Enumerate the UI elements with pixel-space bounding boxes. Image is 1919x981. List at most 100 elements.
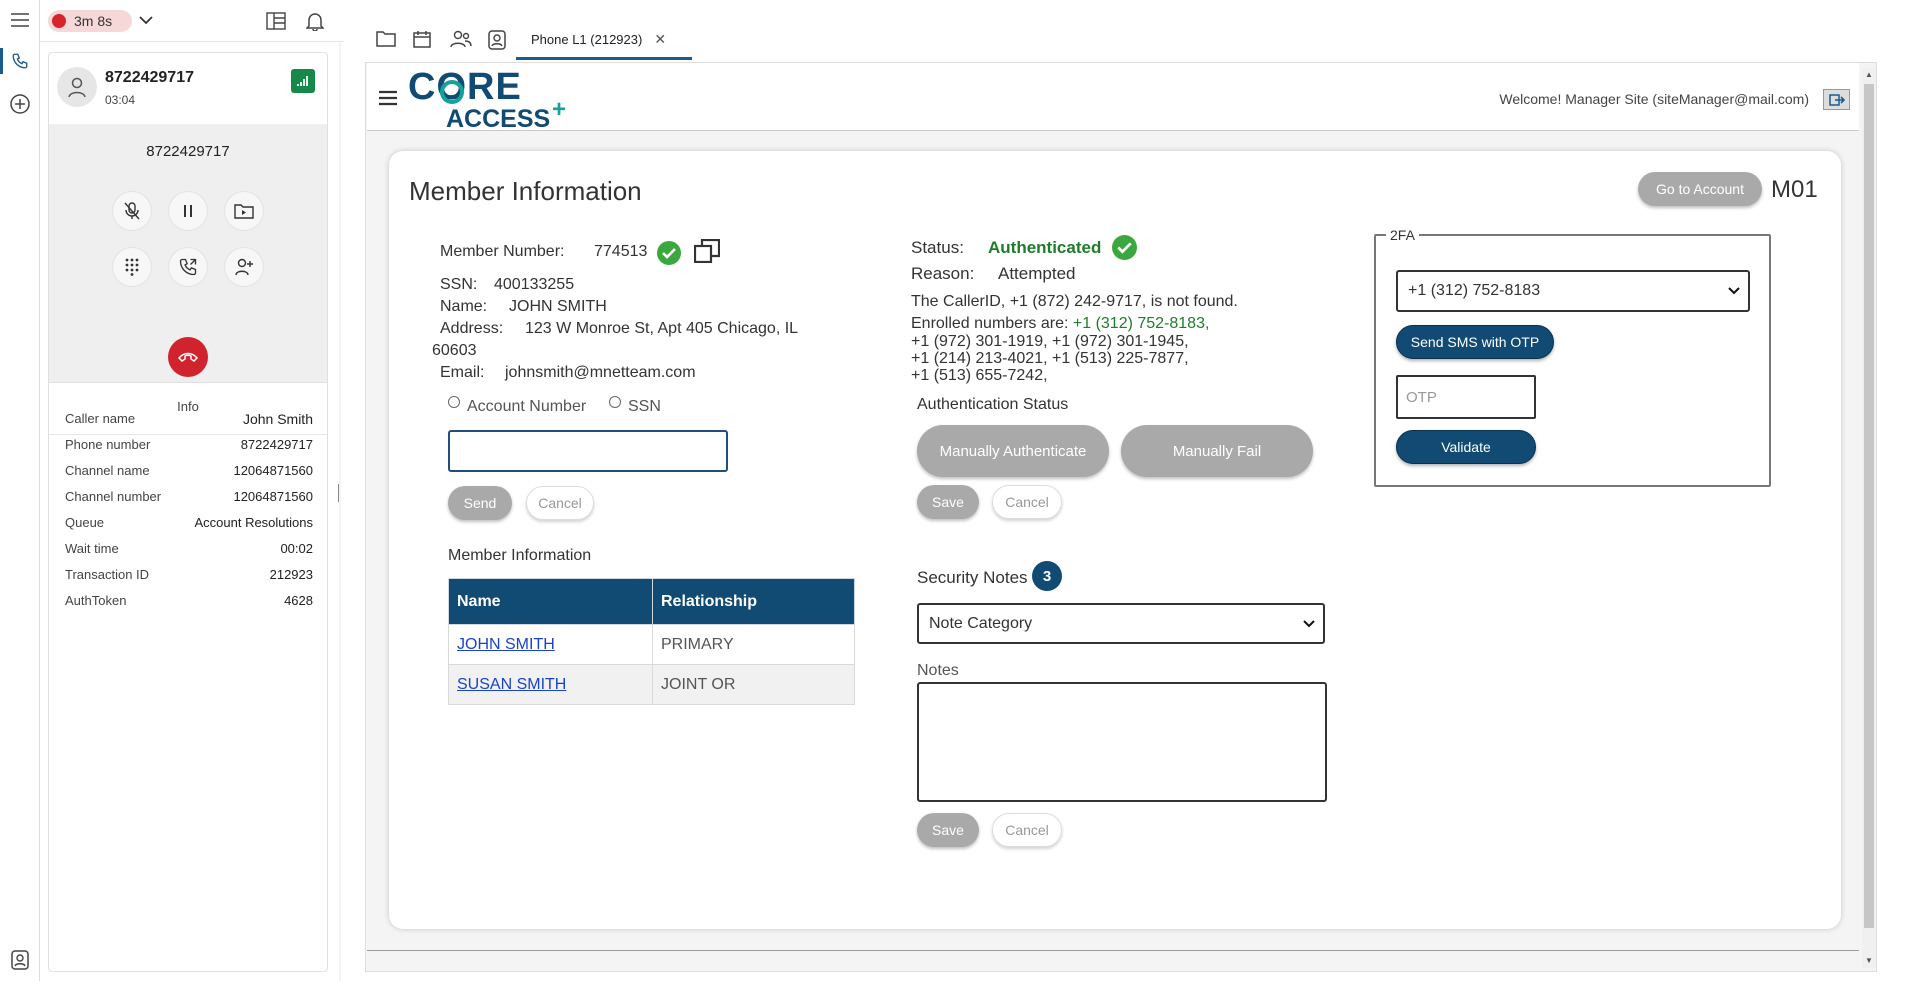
note-category-select[interactable]: Note Category	[917, 603, 1325, 644]
detail-key: Phone number	[65, 437, 151, 452]
scrollbar-thumb[interactable]	[1864, 84, 1874, 928]
cancel-button[interactable]: Cancel	[526, 486, 594, 520]
status-label: Status:	[911, 238, 964, 257]
detail-value: 00:02	[280, 541, 313, 556]
reason-label: Reason:	[911, 264, 975, 283]
notes-save-button[interactable]: Save	[917, 813, 979, 847]
send-button[interactable]: Send	[448, 486, 512, 520]
auth-save-button[interactable]: Save	[917, 485, 979, 519]
detail-key: Channel name	[65, 463, 150, 478]
security-notes-count-badge: 3	[1032, 561, 1062, 591]
logout-button[interactable]	[1823, 89, 1850, 110]
bell-icon[interactable]	[306, 11, 324, 31]
detail-row-queue: Queue Account Resolutions	[65, 515, 313, 530]
manually-fail-button[interactable]: Manually Fail	[1121, 425, 1313, 477]
hamburger-icon[interactable]	[379, 90, 397, 106]
calendar-icon[interactable]	[413, 30, 431, 48]
people-icon[interactable]	[450, 30, 472, 48]
chevron-down-icon[interactable]	[139, 15, 153, 25]
add-circle-icon[interactable]	[9, 93, 31, 115]
detail-row-channel-name: Channel name 12064871560	[65, 463, 313, 478]
vertical-scrollbar[interactable]: ▲ ▼	[1862, 68, 1876, 968]
manually-authenticate-button[interactable]: Manually Authenticate	[917, 425, 1109, 477]
member-link[interactable]: JOHN SMITH	[457, 636, 555, 653]
detail-row-channel-number: Channel number 12064871560	[65, 489, 313, 504]
close-icon[interactable]: ✕	[654, 31, 666, 48]
member-code: M01	[1771, 176, 1818, 203]
dialpad-button[interactable]	[112, 247, 152, 287]
panel-splitter[interactable]	[339, 42, 341, 981]
table-cell-name: SUSAN SMITH	[448, 664, 653, 705]
table-header-row: Name Relationship	[448, 578, 855, 625]
detail-value: John Smith	[242, 411, 313, 427]
detail-row-transaction-id: Transaction ID 212923	[65, 567, 313, 582]
folder-icon[interactable]	[376, 30, 396, 47]
detail-row-authtoken: AuthToken 4628	[65, 593, 313, 608]
email-label: Email:	[440, 364, 485, 381]
send-sms-otp-button[interactable]: Send SMS with OTP	[1396, 325, 1554, 359]
radio-ssn-label: SSN	[628, 398, 661, 415]
contact-card-icon[interactable]	[488, 30, 506, 50]
notes-textarea[interactable]	[917, 682, 1327, 802]
table-row: JOHN SMITH PRIMARY	[448, 624, 855, 665]
call-header: 8722429717 03:04	[49, 53, 327, 125]
contact-card-icon[interactable]	[10, 950, 30, 970]
mute-button[interactable]	[112, 191, 152, 231]
record-folder-button[interactable]	[224, 191, 264, 231]
scroll-down-icon[interactable]: ▼	[1865, 956, 1873, 965]
note-category-value: Note Category	[929, 614, 1033, 632]
table-row: SUSAN SMITH JOINT OR	[448, 664, 855, 705]
authenticated-check-icon	[1112, 235, 1137, 260]
ssn-value: 400133255	[494, 276, 575, 293]
detail-row-wait-time: Wait time 00:02	[65, 541, 313, 556]
recording-dot-icon	[52, 14, 66, 28]
otp-input[interactable]: OTP	[1396, 375, 1536, 419]
twofa-phone-select[interactable]: +1 (312) 752-8183	[1396, 270, 1750, 312]
validate-button[interactable]: Validate	[1396, 430, 1536, 464]
name-label: Name:	[440, 298, 488, 315]
detail-value: 8722429717	[240, 437, 313, 452]
add-participant-button[interactable]	[224, 247, 264, 287]
splitter-grip-icon[interactable]	[338, 484, 341, 502]
core-access-logo: CORE ACCESS +	[408, 66, 568, 133]
radio-ssn[interactable]	[609, 396, 621, 408]
hold-button[interactable]	[168, 191, 208, 231]
display-number: 8722429717	[146, 143, 230, 160]
call-timer[interactable]: 3m 8s	[48, 10, 132, 32]
hangup-button[interactable]	[168, 337, 208, 377]
phone-icon[interactable]	[11, 52, 29, 70]
detail-value: Account Resolutions	[194, 515, 313, 530]
auth-cancel-button[interactable]: Cancel	[992, 485, 1062, 519]
member-number-label: Member Number:	[440, 243, 565, 260]
timer-text: 3m 8s	[74, 13, 113, 29]
chevron-down-icon	[1728, 287, 1740, 295]
lookup-input[interactable]	[448, 430, 728, 472]
status-value: Authenticated	[988, 238, 1102, 257]
detail-key: Queue	[65, 515, 105, 530]
call-panel: 8722429717 03:04 8722429717 Info Caller …	[48, 52, 328, 972]
reason-value: Attempted	[998, 264, 1076, 283]
detail-key: Channel number	[65, 489, 162, 504]
notes-cancel-button[interactable]: Cancel	[992, 813, 1062, 847]
call-duration: 03:04	[105, 93, 136, 107]
tab-label: Phone L1 (212923)	[531, 32, 643, 47]
scroll-up-icon[interactable]: ▲	[1865, 70, 1873, 79]
copy-icon[interactable]	[694, 239, 720, 263]
security-notes-title: Security Notes	[917, 568, 1028, 587]
detail-value: 12064871560	[233, 489, 313, 504]
member-link[interactable]: SUSAN SMITH	[457, 676, 566, 693]
tab-phone-l1[interactable]: Phone L1 (212923) ✕	[516, 22, 692, 60]
detail-key: Transaction ID	[65, 567, 150, 582]
callerid-message: The CallerID, +1 (872) 242-9717, is not …	[911, 293, 1238, 310]
radio-account-number[interactable]	[448, 396, 460, 408]
authentication-status-title: Authentication Status	[917, 396, 1069, 413]
welcome-text: Welcome! Manager Site (siteManager@mail.…	[1499, 91, 1809, 107]
layout-icon[interactable]	[266, 12, 286, 30]
go-to-account-button[interactable]: Go to Account	[1638, 172, 1762, 206]
table-cell-relationship: JOINT OR	[652, 664, 855, 705]
name-value: JOHN SMITH	[509, 298, 607, 315]
menu-icon[interactable]	[10, 12, 30, 28]
detail-key: AuthToken	[65, 593, 127, 608]
transfer-button[interactable]	[168, 247, 208, 287]
detail-key: Caller name	[65, 411, 136, 426]
